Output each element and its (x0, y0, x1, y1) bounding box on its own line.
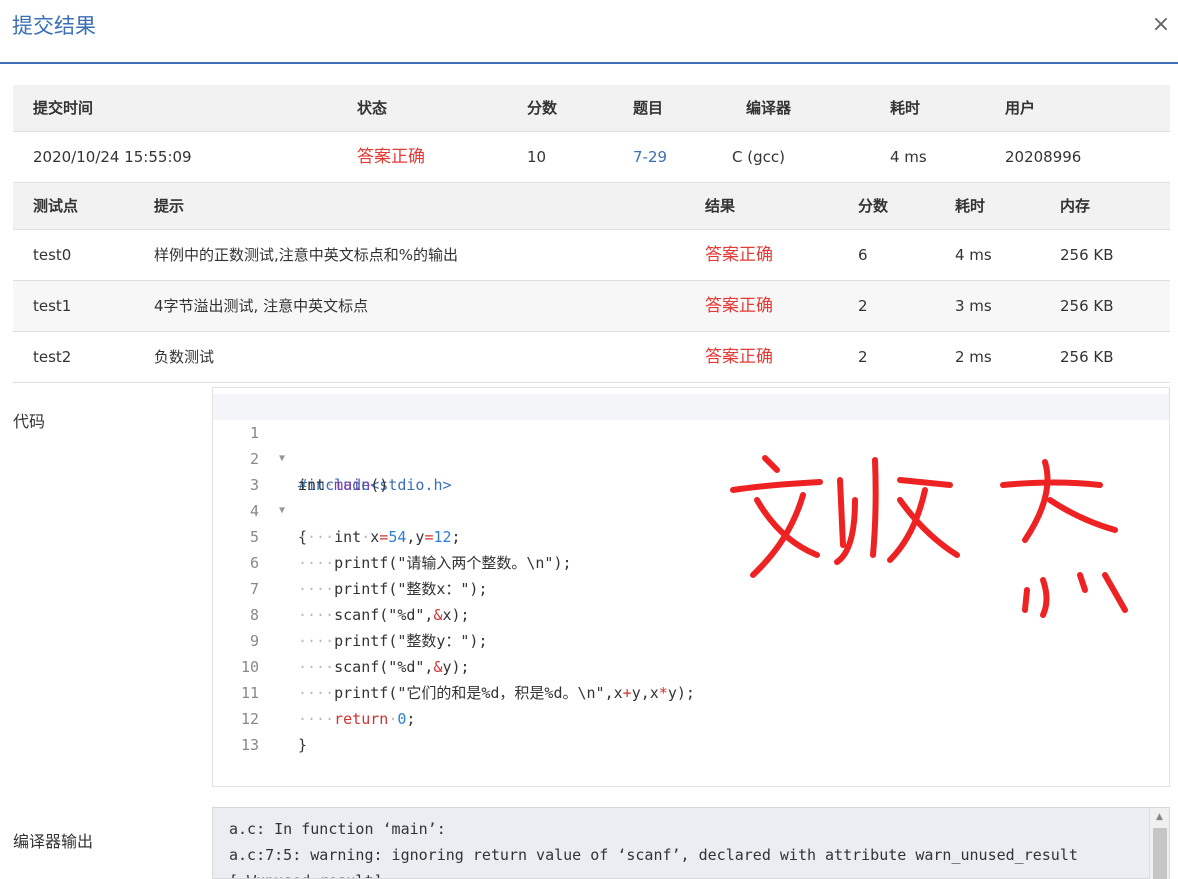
header-submit-time: 提交时间 (33, 99, 94, 117)
scroll-thumb[interactable] (1153, 828, 1167, 879)
header-user: 用户 (1005, 99, 1036, 117)
testcase-name: test2 (33, 348, 72, 366)
submit-time: 2020/10/24 15:55:09 (33, 148, 192, 166)
status-badge: 答案正确 (357, 147, 425, 167)
testcase-name: test0 (33, 246, 72, 264)
header-test-time: 耗时 (955, 197, 986, 215)
testcase-score: 2 (858, 297, 868, 315)
header-test-score: 分数 (858, 197, 889, 215)
header-testcase: 测试点 (33, 197, 79, 215)
code-line: 13 (213, 706, 1169, 754)
scroll-up-icon[interactable]: ▲ (1156, 812, 1163, 822)
code-label: 代码 (13, 412, 46, 431)
table-row: test2 负数测试 答案正确 2 2 ms 256 KB (13, 332, 1170, 383)
compiler-output-box[interactable]: a.c: In function ‘main’: a.c:7:5: warnin… (212, 807, 1170, 879)
testcase-time: 3 ms (955, 297, 992, 315)
modal-title: 提交结果 (12, 14, 96, 38)
code-line: 10 ····printf("它们的和是%d，积是%d。\n",x+y,x*y)… (213, 628, 1169, 702)
modal-header: 提交结果 × (0, 0, 1178, 64)
header-score: 分数 (527, 99, 558, 117)
problem-link[interactable]: 7-29 (633, 132, 667, 183)
submission-summary-table: 提交时间 状态 分数 题目 编译器 耗时 用户 2020/10/24 15:55… (13, 85, 1170, 383)
testcase-result: 答案正确 (705, 296, 773, 316)
testcase-memory: 256 KB (1060, 297, 1114, 315)
code-line: 12 } (213, 680, 1169, 754)
testcase-result: 答案正确 (705, 245, 773, 265)
handwritten-signature (730, 455, 1128, 618)
testcase-score: 6 (858, 246, 868, 264)
testcase-hint: 4字节溢出测试, 注意中英文标点 (154, 297, 369, 315)
testcase-memory: 256 KB (1060, 246, 1114, 264)
table-row: test1 4字节溢出测试, 注意中英文标点 答案正确 2 3 ms 256 K… (13, 281, 1170, 332)
line-number: 13 (240, 736, 259, 754)
summary-row: 2020/10/24 15:55:09 答案正确 10 7-29 C (gcc)… (13, 132, 1170, 183)
code-token: } (298, 736, 308, 754)
score: 10 (527, 148, 547, 166)
table-row: test0 样例中的正数测试,注意中英文标点和%的输出 答案正确 6 4 ms … (13, 230, 1170, 281)
compiler-output-line: a.c:7:5: warning: ignoring return value … (229, 846, 1078, 864)
testcase-result: 答案正确 (705, 347, 773, 367)
compiler-output-line: [-Wunused-result] (229, 868, 383, 878)
summary-header-row: 提交时间 状态 分数 题目 编译器 耗时 用户 (13, 85, 1170, 132)
header-time: 耗时 (890, 99, 921, 117)
testcase-name: test1 (33, 297, 72, 315)
testcase-time: 4 ms (955, 246, 992, 264)
testcase-score: 2 (858, 348, 868, 366)
compiler: C (gcc) (732, 148, 785, 166)
testcase-time: 2 ms (955, 348, 992, 366)
user-id: 20208996 (1005, 148, 1082, 166)
compiler-output-label: 编译器输出 (13, 832, 94, 851)
testcase-hint: 样例中的正数测试,注意中英文标点和%的输出 (154, 246, 459, 264)
testcase-hint: 负数测试 (154, 348, 215, 366)
output-scrollbar[interactable]: ▲ (1149, 808, 1169, 879)
code-line: 1 ▼ #include<stdio.h> (213, 394, 1169, 494)
compiler-output-line: a.c: In function ‘main’: (229, 820, 446, 838)
header-result: 结果 (705, 197, 736, 215)
testcase-memory: 256 KB (1060, 348, 1114, 366)
elapsed-time: 4 ms (890, 148, 927, 166)
header-problem: 题目 (633, 99, 664, 117)
header-memory: 内存 (1060, 197, 1091, 215)
tests-header-row: 测试点 提示 结果 分数 耗时 内存 (13, 183, 1170, 230)
header-hint: 提示 (154, 197, 185, 215)
header-status: 状态 (357, 99, 388, 117)
header-compiler: 编译器 (746, 99, 792, 117)
code-line: 11 ····return·0; (213, 654, 1169, 728)
close-icon[interactable]: × (1150, 12, 1172, 38)
